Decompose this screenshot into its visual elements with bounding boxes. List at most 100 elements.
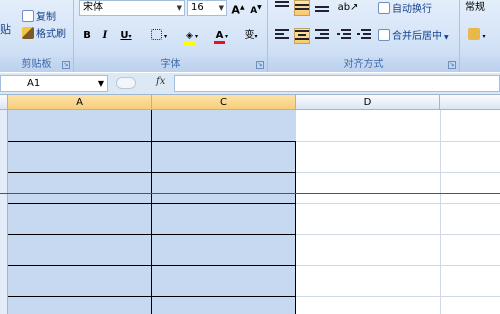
cell-border [8,265,296,266]
clipboard-launcher-icon[interactable]: ↘ [62,61,70,69]
grow-font-glyph: A [231,3,240,17]
chevron-down-icon: ▼ [97,79,104,88]
font-group: 宋体 ▼ 16 ▼ A▲ A▼ B I U▾ ▾ ◈ ▾ A ▾ 变▾ 字体 ↘ [74,0,268,72]
underline-glyph: U [120,30,129,41]
phonetic-glyph: 变 [244,30,255,41]
cell-border [8,141,296,142]
align-left-icon [275,28,289,40]
row-headers[interactable] [0,110,8,314]
fill-bucket-icon: ◈ [183,31,195,45]
wrap-text-icon [378,2,390,14]
fill-color-button[interactable]: ◈ ▾ [178,28,204,45]
grow-font-button[interactable]: A▲ [230,0,246,17]
gridline [296,141,500,142]
cell-border [151,110,152,314]
merge-cells-icon [378,29,390,41]
align-center-button[interactable] [294,28,310,44]
gridline [296,234,500,235]
font-name-value: 宋体 [83,2,103,13]
font-group-label: 字体 [74,57,267,72]
bold-button[interactable]: B [79,28,95,44]
column-header-next[interactable] [440,95,500,110]
decrease-indent-icon [337,28,351,40]
alignment-group: ab↗ 自动换行 合并后居中 ▼ 对齐方式 ↘ [268,0,460,72]
number-format-select[interactable]: 常规 [465,0,485,16]
italic-button[interactable]: I [97,28,113,44]
align-top-icon [275,0,289,12]
currency-icon [468,28,481,40]
formula-controls: fx [112,75,174,92]
align-middle-icon [295,1,309,13]
copy-button[interactable]: 复制 [22,10,56,26]
copy-label: 复制 [36,12,56,23]
align-left-button[interactable] [274,28,290,44]
wrap-text-button[interactable]: 自动换行 [378,2,432,18]
alignment-group-label: 对齐方式 [268,57,459,72]
italic-glyph: I [102,30,108,41]
gridline [296,265,500,266]
worksheet-grid[interactable]: A C D [0,95,500,314]
increase-indent-icon [357,28,371,40]
number-format-value: 常规 [465,2,485,13]
borders-button[interactable]: ▾ [146,28,172,44]
decrease-indent-button[interactable] [336,28,352,44]
chevron-down-icon: ▼ [444,34,449,41]
merge-center-button[interactable]: 合并后居中 ▼ [378,29,449,45]
cell-border [8,203,296,204]
paste-label: 贴 [0,23,11,36]
align-top-button[interactable] [274,0,290,16]
shrink-font-button[interactable]: A▼ [248,0,264,16]
format-painter-icon [22,27,34,39]
increase-indent-button[interactable] [356,28,372,44]
insert-function-button[interactable]: fx [156,76,165,87]
align-bottom-button[interactable] [314,0,330,16]
copy-icon [22,10,34,22]
number-group: 常规 ▾ [460,0,500,72]
align-middle-button[interactable] [294,0,310,16]
font-color-button[interactable]: A ▾ [208,28,234,44]
bold-glyph: B [83,30,91,41]
formula-bar-toggle-icon[interactable] [116,77,136,89]
cell-border [8,234,296,235]
phonetic-button[interactable]: 变▾ [238,28,264,44]
font-name-select[interactable]: 宋体 ▼ [79,0,185,16]
number-group-label [460,57,500,72]
clipboard-group: 贴 复制 格式刷 剪贴板 ↘ [0,0,74,72]
formula-input[interactable] [174,75,500,92]
chevron-down-icon: ▼ [218,4,224,12]
font-color-glyph: A [213,30,225,44]
name-box[interactable]: A1 ▼ [0,75,108,92]
cell-border [8,296,296,297]
select-all-corner[interactable] [0,95,8,110]
font-launcher-icon[interactable]: ↘ [256,61,264,69]
column-header-d[interactable]: D [296,95,440,110]
align-bottom-icon [315,0,329,12]
align-center-icon [295,29,309,41]
align-right-button[interactable] [314,28,330,44]
cell-border [8,172,296,173]
borders-icon [150,29,162,40]
column-header-a[interactable]: A [8,95,152,110]
cell-reference: A1 [27,78,41,89]
gridline [296,296,500,297]
orientation-button[interactable]: ab↗ [336,0,360,16]
column-header-c[interactable]: C [152,95,296,110]
formula-bar: A1 ▼ fx [0,73,500,95]
gridline [296,172,500,173]
paste-button[interactable]: 贴 [0,22,11,38]
orientation-icon: ab↗ [337,2,359,13]
font-size-select[interactable]: 16 ▼ [187,0,227,16]
gridline [296,203,500,204]
wrap-text-label: 自动换行 [392,4,432,15]
merge-center-label: 合并后居中 [392,31,442,42]
underline-button[interactable]: U▾ [115,28,137,44]
align-right-icon [315,28,329,40]
format-painter-button[interactable]: 格式刷 [22,27,66,43]
alignment-launcher-icon[interactable]: ↘ [448,61,456,69]
chevron-down-icon: ▼ [176,4,182,12]
ribbon: 贴 复制 格式刷 剪贴板 ↘ 宋体 ▼ 16 ▼ A▲ A▼ B I U▾ ▾ … [0,0,500,72]
font-size-value: 16 [191,2,204,13]
cell-border [295,141,296,314]
annotation-line [0,193,500,194]
accounting-format-button[interactable]: ▾ [465,28,489,44]
